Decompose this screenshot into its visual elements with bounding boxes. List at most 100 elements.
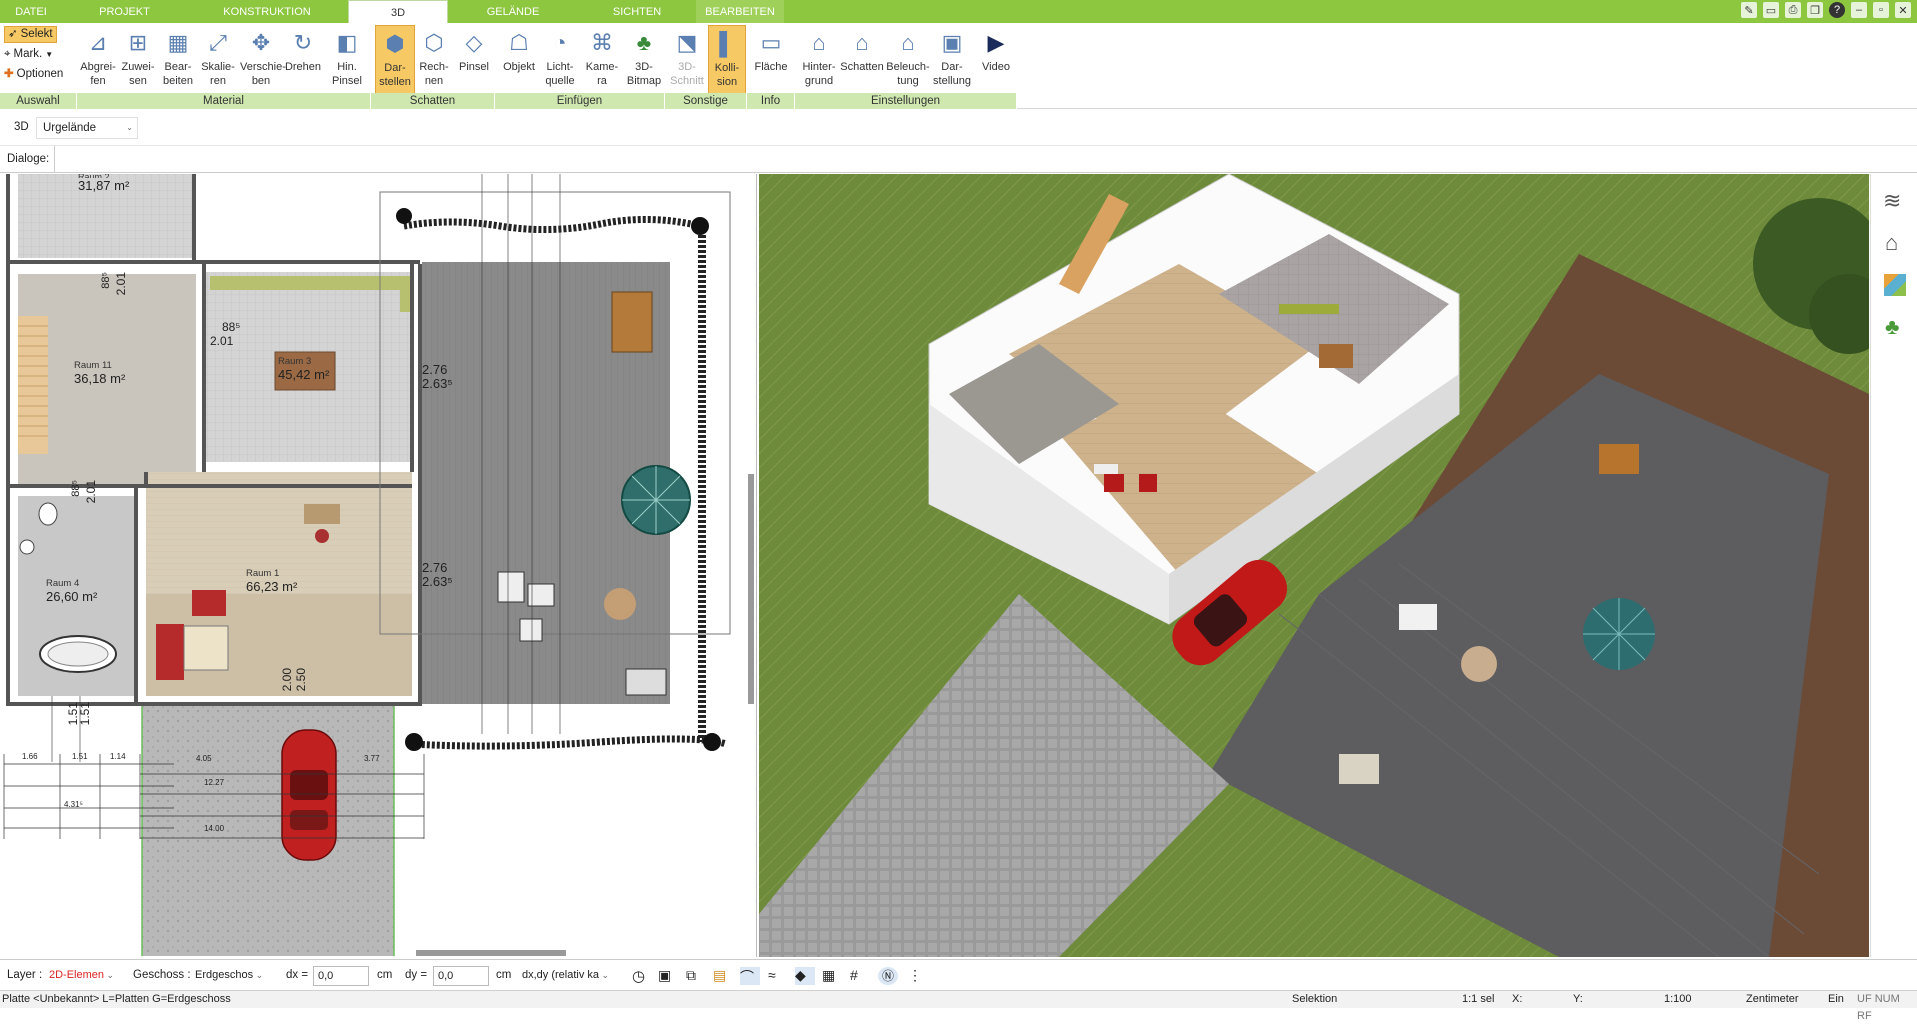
ribbon-button-display[interactable]: ⬢ Dar- stellen <box>375 25 415 95</box>
status-ein: Ein <box>1828 993 1844 1005</box>
layer-dropdown[interactable]: 2D-Elemen ⌄ <box>45 966 123 986</box>
ribbon-button-move[interactable]: ✥ Verschie- ben <box>240 25 286 95</box>
dy-input[interactable]: 0,0 <box>433 966 489 986</box>
dialog-label: Dialoge: <box>7 153 50 165</box>
options-button[interactable]: ✚ Optionen <box>4 66 63 83</box>
coordinate-mode-dropdown[interactable]: dx,dy (relativ ka ⌄ <box>518 966 616 986</box>
cut-icon: ⬔ <box>676 30 698 55</box>
pen-icon[interactable]: ✎ <box>1741 2 1757 18</box>
ribbon-button-lightbulb[interactable]: ◔ Licht- quelle <box>540 25 580 95</box>
ribbon-button-calculate[interactable]: ⬡ Rech- nen <box>415 25 453 95</box>
layer-label: Layer : <box>7 969 43 981</box>
material-palette-icon[interactable] <box>1884 274 1906 296</box>
ribbon-button-shadow-house[interactable]: ⌂ Schatten <box>840 25 884 95</box>
stack-icon[interactable]: ▤ <box>713 967 733 985</box>
minimize-button[interactable]: – <box>1851 2 1867 18</box>
wave-icon[interactable]: ≈ <box>768 967 788 985</box>
ribbon: ➶ Selekt ⌖ Mark. ▼ ✚ Optionen ⊿ Abgrei- f… <box>0 23 1917 109</box>
restore-button[interactable]: ▫ <box>1873 2 1889 18</box>
ribbon-button-eyedropper[interactable]: ⊿ Abgrei- fen <box>79 25 117 95</box>
ribbon-button-object[interactable]: ☖ Objekt <box>500 25 538 95</box>
tab-sichten[interactable]: SICHTEN <box>578 0 696 23</box>
ribbon-button-lighting[interactable]: ⌂ Beleuch- tung <box>886 25 930 95</box>
clock-icon[interactable]: ◷ <box>632 967 652 985</box>
more-icon[interactable]: ⋮ <box>908 967 928 985</box>
ribbon-button-cut[interactable]: ⬔ 3D- Schnitt <box>668 25 706 95</box>
floor-plan-view[interactable]: Raum 2 31,87 m² Raum 11 36,18 m² Raum 3 … <box>0 174 757 957</box>
print-icon[interactable]: ⎙ <box>1785 2 1801 18</box>
area-icon: ▭ <box>760 30 782 55</box>
ribbon-button-label: Drehen <box>284 61 322 73</box>
tab-datei[interactable]: DATEI <box>0 0 62 23</box>
tab-projekt[interactable]: PROJEKT <box>62 0 187 23</box>
ribbon-button-background[interactable]: ⌂ Hinter- grund <box>798 25 840 95</box>
texture-icon[interactable]: ▦ <box>822 967 842 985</box>
ribbon-button-shadow-brush[interactable]: ◇ Pinsel <box>455 25 493 95</box>
ribbon-button-collision[interactable]: ▌ Kolli- sion <box>708 25 746 95</box>
status-scale: 1:100 <box>1664 993 1692 1005</box>
geschoss-label: Geschoss : <box>133 969 191 981</box>
ribbon-button-tree[interactable]: ♣ 3D- Bitmap <box>624 25 664 95</box>
3d-render-canvas[interactable] <box>759 174 1869 957</box>
group-label-auswahl: Auswahl <box>0 93 77 109</box>
tab-konstruktion[interactable]: KONSTRUKTION <box>187 0 347 23</box>
status-sel-count: 1:1 sel <box>1462 993 1495 1005</box>
ribbon-button-edit-material[interactable]: ▦ Bear- beiten <box>159 25 197 95</box>
dimension-text: 88⁵ <box>100 272 112 289</box>
ribbon-button-label: Pinsel <box>459 61 489 73</box>
ribbon-button-play[interactable]: ▶ Video <box>977 25 1015 95</box>
dimension-text: 2.00 <box>280 668 294 692</box>
ribbon-button-label: Objekt <box>503 61 535 73</box>
window-icon[interactable]: ❐ <box>1807 2 1823 18</box>
ribbon-button-label: Kolli- sion <box>714 62 740 88</box>
snap-icon[interactable]: ⌒ <box>740 967 760 985</box>
geschoss-dropdown[interactable]: Erdgeschos ⌄ <box>191 966 273 986</box>
terrain-dropdown[interactable]: Urgelände ⌄ <box>36 117 138 139</box>
chevron-down-icon: ▼ <box>45 50 54 59</box>
layers-icon[interactable]: ≋ <box>1883 188 1901 214</box>
screen-icon[interactable]: ▣ <box>658 967 678 985</box>
mark-button[interactable]: ⌖ Mark. ▼ <box>4 46 53 63</box>
grid-icon[interactable]: # <box>850 967 870 985</box>
plane-icon[interactable]: ◆ <box>795 967 815 985</box>
dimension-text: 2.63⁵ <box>422 574 453 589</box>
ribbon-button-area[interactable]: ▭ Fläche <box>751 25 791 95</box>
tab-3d[interactable]: 3D <box>348 0 448 23</box>
ribbon-button-assign[interactable]: ⊞ Zuwei- sen <box>119 25 157 95</box>
rotate-icon: ↻ <box>293 30 313 55</box>
status-y: Y: <box>1573 993 1583 1005</box>
assign-icon: ⊞ <box>128 30 148 55</box>
dimension-text: 2.01 <box>114 272 128 296</box>
group-label-info: Info <box>747 93 795 109</box>
ribbon-button-camera[interactable]: ⌘ Kame- ra <box>583 25 621 95</box>
dx-input[interactable]: 0,0 <box>313 966 369 986</box>
close-button[interactable]: ✕ <box>1895 2 1911 18</box>
tab-gelaende[interactable]: GELÄNDE <box>448 0 578 23</box>
chair-icon[interactable]: ⌂ <box>1885 230 1898 256</box>
group-label-einfuegen: Einfügen <box>495 93 665 109</box>
calculate-icon: ⬡ <box>424 30 444 55</box>
ribbon-button-brush[interactable]: ◧ Hin. Pinsel <box>328 25 366 95</box>
3d-view[interactable] <box>759 174 1869 957</box>
plant-icon[interactable]: ♣ <box>1885 314 1899 340</box>
view-bar: 3D Urgelände ⌄ <box>0 110 1917 146</box>
select-button[interactable]: ➶ Selekt <box>4 26 57 43</box>
ribbon-button-monitor[interactable]: ▣ Dar- stellung <box>931 25 973 95</box>
room-1-label: Raum 1 66,23 m² <box>246 568 298 594</box>
folder-icon[interactable]: ▭ <box>1763 2 1779 18</box>
ribbon-button-rotate[interactable]: ↻ Drehen <box>283 25 323 95</box>
tab-bearbeiten[interactable]: BEARBEITEN <box>696 0 784 23</box>
status-flags: UF NUM RF <box>1857 993 1900 1022</box>
ribbon-button-scale[interactable]: ⤢ Skalie- ren <box>199 25 237 95</box>
north-icon[interactable]: Ⓝ <box>878 967 898 985</box>
eyedropper-icon: ⊿ <box>88 30 108 55</box>
dimension-text: 1.51 <box>72 752 88 761</box>
network-icon[interactable]: ⧉ <box>686 967 706 985</box>
dimension-text: 2.76 <box>422 362 448 377</box>
dimension-text: 14.00 <box>204 824 225 833</box>
help-icon[interactable]: ? <box>1829 2 1845 18</box>
dimension-text: 1.66 <box>22 752 38 761</box>
mark-icon: ⌖ <box>4 48 11 60</box>
ribbon-button-label: Schatten <box>840 61 884 73</box>
display-icon: ⬢ <box>385 31 405 56</box>
